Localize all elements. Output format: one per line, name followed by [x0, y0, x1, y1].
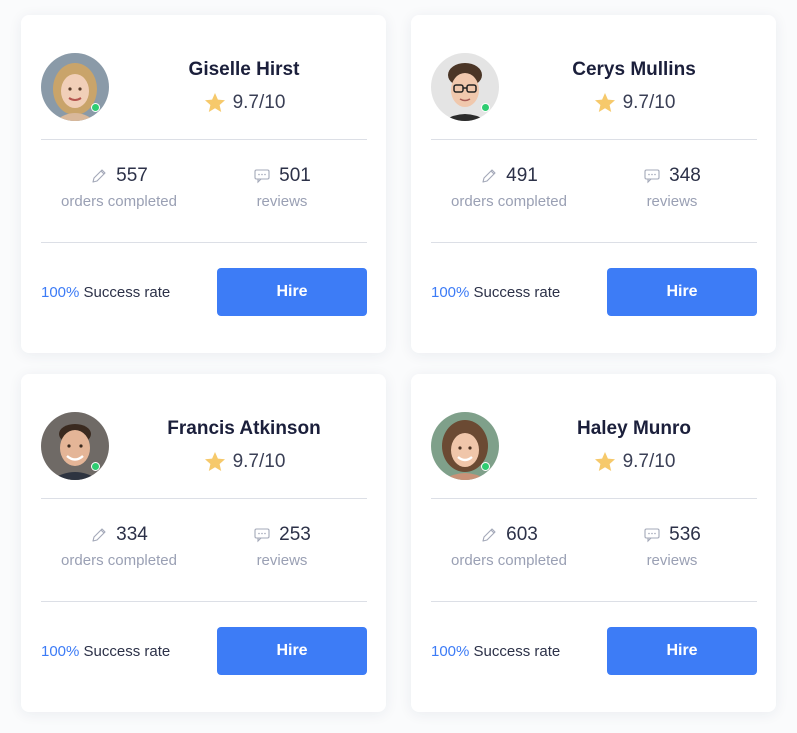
chat-icon: [644, 528, 660, 543]
pencil-icon: [482, 169, 496, 183]
success-rate: 100% Success rate: [41, 284, 170, 301]
divider: [431, 498, 757, 499]
rating: 9.7/10: [131, 91, 357, 115]
avatar[interactable]: [431, 53, 499, 121]
divider: [41, 242, 367, 243]
success-rate: 100% Success rate: [431, 284, 560, 301]
hire-button[interactable]: Hire: [607, 627, 757, 675]
reviews-label: reviews: [256, 552, 308, 569]
orders-count: 557: [116, 165, 148, 186]
success-rate: 100% Success rate: [431, 643, 560, 660]
rating: 9.7/10: [131, 450, 357, 474]
chat-icon: [254, 169, 270, 184]
success-rate-label: Success rate: [83, 643, 171, 660]
freelancer-card: Haley Munro 9.7/10 603 orders completed: [411, 374, 776, 712]
freelancer-name: Cerys Mullins: [572, 59, 696, 80]
orders-count: 334: [116, 524, 148, 545]
orders-count: 491: [506, 165, 538, 186]
divider: [41, 498, 367, 499]
rating: 9.7/10: [521, 91, 747, 115]
avatar[interactable]: [41, 53, 109, 121]
orders-stat: 334 orders completed: [39, 524, 199, 569]
orders-stat: 491 orders completed: [429, 165, 589, 210]
avatar-photo: [41, 53, 109, 121]
reviews-stat: 501 reviews: [202, 165, 362, 210]
freelancer-grid: Giselle Hirst 9.7/10 557 orders complete…: [0, 0, 797, 733]
rating-value: 9.7/10: [232, 92, 286, 113]
success-rate-label: Success rate: [473, 643, 561, 660]
avatar[interactable]: [41, 412, 109, 480]
reviews-count: 536: [669, 524, 701, 545]
reviews-count: 501: [279, 165, 311, 186]
reviews-label: reviews: [256, 193, 308, 210]
rating-value: 9.7/10: [622, 451, 676, 472]
success-rate-label: Success rate: [83, 284, 171, 301]
success-rate-value: 100%: [41, 284, 80, 301]
reviews-stat: 536 reviews: [592, 524, 752, 569]
pencil-icon: [92, 169, 106, 183]
rating: 9.7/10: [521, 450, 747, 474]
divider: [431, 139, 757, 140]
hire-button[interactable]: Hire: [607, 268, 757, 316]
star-icon: [594, 452, 615, 471]
freelancer-card: Cerys Mullins 9.7/10 491 orders complete…: [411, 15, 776, 353]
orders-label: orders completed: [61, 552, 177, 569]
pencil-icon: [482, 528, 496, 542]
online-status-dot: [481, 462, 490, 471]
orders-stat: 557 orders completed: [39, 165, 199, 210]
avatar-photo: [431, 412, 499, 480]
avatar[interactable]: [431, 412, 499, 480]
divider: [41, 601, 367, 602]
success-rate-value: 100%: [431, 643, 470, 660]
success-rate: 100% Success rate: [41, 643, 170, 660]
hire-button[interactable]: Hire: [217, 627, 367, 675]
star-icon: [204, 452, 225, 471]
success-rate-value: 100%: [41, 643, 80, 660]
divider: [431, 242, 757, 243]
orders-stat: 603 orders completed: [429, 524, 589, 569]
reviews-stat: 253 reviews: [202, 524, 362, 569]
star-icon: [594, 93, 615, 112]
reviews-label: reviews: [646, 552, 698, 569]
star-icon: [204, 93, 225, 112]
chat-icon: [254, 528, 270, 543]
avatar-photo: [431, 53, 499, 121]
orders-label: orders completed: [451, 552, 567, 569]
success-rate-label: Success rate: [473, 284, 561, 301]
freelancer-name: Francis Atkinson: [167, 418, 321, 439]
freelancer-name: Haley Munro: [576, 418, 692, 439]
success-rate-value: 100%: [431, 284, 470, 301]
reviews-stat: 348 reviews: [592, 165, 752, 210]
freelancer-name: Giselle Hirst: [188, 59, 300, 80]
reviews-count: 348: [669, 165, 701, 186]
pencil-icon: [92, 528, 106, 542]
online-status-dot: [91, 103, 100, 112]
orders-count: 603: [506, 524, 538, 545]
online-status-dot: [91, 462, 100, 471]
freelancer-card: Giselle Hirst 9.7/10 557 orders complete…: [21, 15, 386, 353]
chat-icon: [644, 169, 660, 184]
rating-value: 9.7/10: [232, 451, 286, 472]
divider: [41, 139, 367, 140]
orders-label: orders completed: [61, 193, 177, 210]
reviews-count: 253: [279, 524, 311, 545]
avatar-photo: [41, 412, 109, 480]
hire-button[interactable]: Hire: [217, 268, 367, 316]
orders-label: orders completed: [451, 193, 567, 210]
reviews-label: reviews: [646, 193, 698, 210]
freelancer-card: Francis Atkinson 9.7/10 334 orders compl…: [21, 374, 386, 712]
divider: [431, 601, 757, 602]
rating-value: 9.7/10: [622, 92, 676, 113]
online-status-dot: [481, 103, 490, 112]
